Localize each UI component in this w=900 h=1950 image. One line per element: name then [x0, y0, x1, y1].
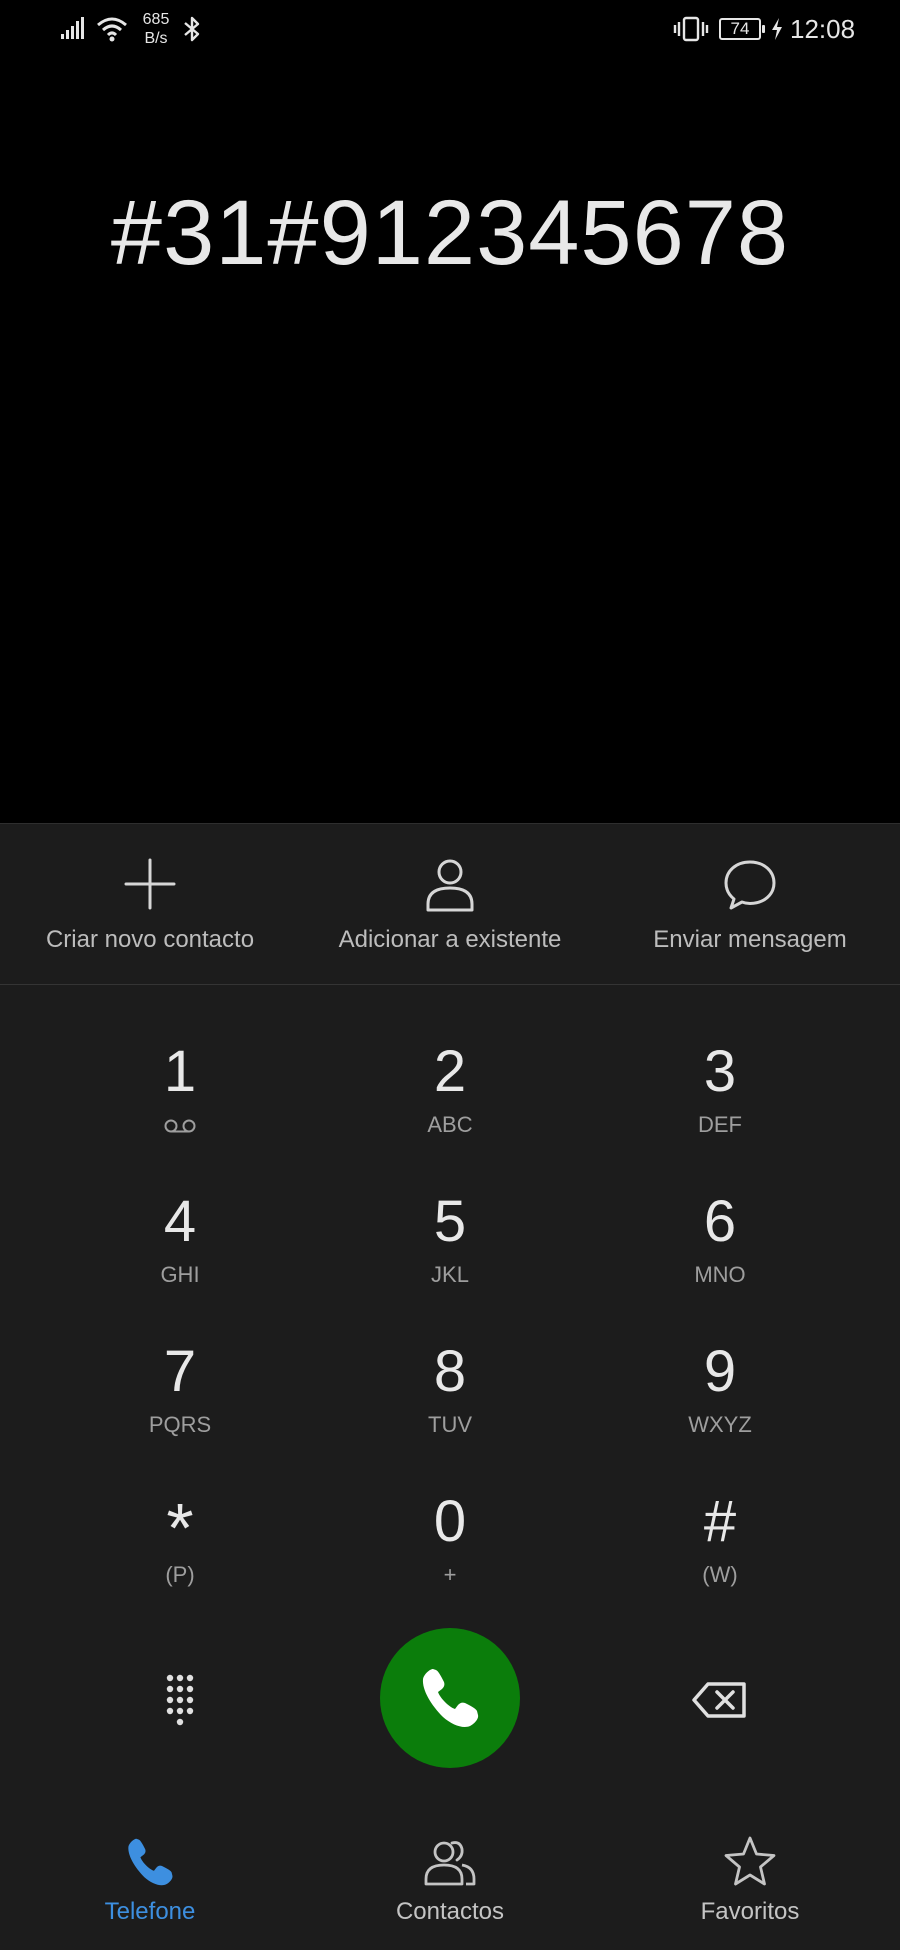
tab-favorites[interactable]: Favoritos	[600, 1814, 900, 1950]
key-9[interactable]: 9 WXYZ	[585, 1324, 855, 1474]
bottom-tab-bar: Telefone Contactos Favoritos	[0, 1814, 900, 1950]
key-digit: 5	[433, 1189, 467, 1254]
tab-contacts[interactable]: Contactos	[300, 1814, 600, 1950]
key-digit: 8	[433, 1339, 467, 1404]
backspace-button[interactable]	[690, 1674, 750, 1726]
key-letters: TUV	[428, 1412, 472, 1437]
key-digit: 0	[433, 1489, 467, 1554]
key-digit: #	[703, 1489, 737, 1554]
key-8[interactable]: 8 TUV	[315, 1324, 585, 1474]
dialed-number[interactable]: #31#912345678	[0, 178, 900, 288]
key-star[interactable]: * (P)	[45, 1474, 315, 1624]
create-contact-button[interactable]: Criar novo contacto	[0, 824, 300, 984]
key-digit: 7	[163, 1339, 197, 1404]
network-speed-unit: B/s	[144, 30, 168, 47]
key-letters: WXYZ	[688, 1412, 752, 1437]
contacts-icon	[422, 1834, 478, 1890]
key-digit: 3	[703, 1039, 737, 1104]
dialpad-icon	[150, 1674, 210, 1734]
create-contact-label: Criar novo contacto	[45, 926, 255, 953]
wifi-icon	[96, 16, 128, 47]
key-2[interactable]: 2 ABC	[315, 1024, 585, 1174]
key-5[interactable]: 5 JKL	[315, 1174, 585, 1324]
tab-contacts-label: Contactos	[395, 1898, 505, 1925]
status-bar: 685 B/s 74 12:08	[0, 0, 900, 64]
voicemail-icon	[162, 1118, 198, 1139]
person-icon	[420, 854, 480, 914]
key-letters: GHI	[160, 1262, 200, 1287]
star-icon	[722, 1834, 778, 1890]
key-letters: (W)	[702, 1562, 738, 1587]
call-button[interactable]	[380, 1628, 520, 1768]
key-7[interactable]: 7 PQRS	[45, 1324, 315, 1474]
key-letters: ABC	[427, 1112, 473, 1137]
add-to-existing-button[interactable]: Adicionar a existente	[300, 824, 600, 984]
key-3[interactable]: 3 DEF	[585, 1024, 855, 1174]
hide-keypad-button[interactable]	[150, 1670, 210, 1730]
backspace-icon	[690, 1682, 750, 1730]
chat-bubble-icon	[720, 854, 780, 914]
key-digit: 2	[433, 1039, 467, 1104]
key-digit: 4	[163, 1189, 197, 1254]
key-digit: 9	[703, 1339, 737, 1404]
key-0[interactable]: 0 +	[315, 1474, 585, 1624]
number-actions: Criar novo contacto Adicionar a existent…	[0, 824, 900, 985]
key-4[interactable]: 4 GHI	[45, 1174, 315, 1324]
key-letters: MNO	[694, 1262, 746, 1287]
add-to-existing-label: Adicionar a existente	[338, 926, 562, 953]
network-speed-value: 685	[142, 11, 170, 28]
tab-favorites-label: Favoritos	[700, 1898, 800, 1925]
key-letters: JKL	[431, 1262, 469, 1287]
tab-phone[interactable]: Telefone	[0, 1814, 300, 1950]
vibrate-icon	[673, 16, 709, 47]
key-1[interactable]: 1	[45, 1024, 315, 1174]
key-6[interactable]: 6 MNO	[585, 1174, 855, 1324]
send-message-label: Enviar mensagem	[653, 926, 847, 953]
charging-icon	[771, 18, 783, 45]
battery-indicator: 74	[719, 18, 765, 40]
tab-phone-label: Telefone	[104, 1898, 196, 1925]
send-message-button[interactable]: Enviar mensagem	[600, 824, 900, 984]
dialer-screen: 685 B/s 74 12:08 #31#912345678 Criar nov…	[0, 0, 900, 1950]
key-letters: PQRS	[148, 1412, 212, 1437]
phone-icon	[122, 1834, 178, 1890]
network-speed: 685 B/s	[136, 10, 176, 48]
key-digit: *	[166, 1489, 194, 1567]
key-letters: +	[443, 1562, 457, 1587]
key-letters: DEF	[698, 1112, 742, 1137]
clock: 12:08	[790, 14, 856, 44]
key-letters: (P)	[165, 1562, 195, 1587]
plus-icon	[120, 854, 180, 914]
bluetooth-icon	[182, 15, 202, 48]
key-digit: 1	[163, 1039, 197, 1104]
cellular-signal-icon	[60, 16, 86, 45]
key-digit: 6	[703, 1189, 737, 1254]
dialer-panel: Criar novo contacto Adicionar a existent…	[0, 823, 900, 1950]
key-hash[interactable]: # (W)	[585, 1474, 855, 1624]
